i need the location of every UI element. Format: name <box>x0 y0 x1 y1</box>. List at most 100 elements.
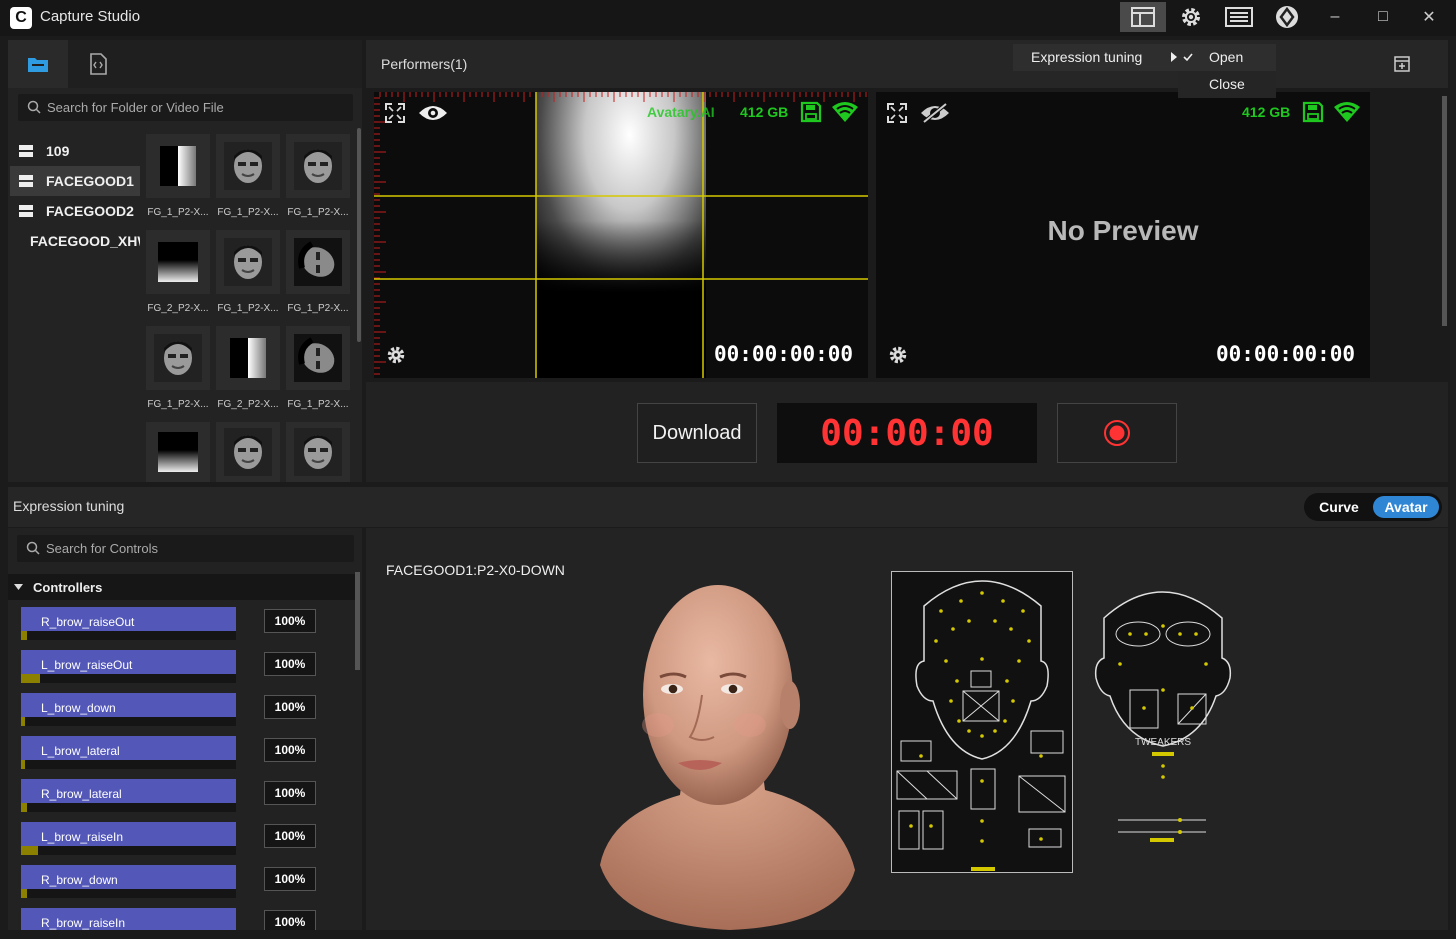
video-thumbnail[interactable] <box>286 326 350 390</box>
folder-label: FACEGOOD_XHW <box>30 233 140 249</box>
video-thumbnail[interactable] <box>216 230 280 294</box>
gear-icon[interactable] <box>1168 2 1214 32</box>
folder-search-input[interactable]: Search for Folder or Video File <box>18 94 353 121</box>
folder-item[interactable]: 109 <box>10 136 140 166</box>
tab-folders[interactable] <box>8 40 68 88</box>
minimize-button[interactable]: – <box>1312 2 1358 32</box>
controller-slider-fill <box>21 803 27 812</box>
preview-settings-icon[interactable] <box>887 344 909 366</box>
camera-preview-1[interactable]: Avatary.AI 412 GB 00:00:00:00 <box>374 92 868 378</box>
menu-expression-tuning[interactable]: Expression tuning <box>1013 44 1193 71</box>
controller-value[interactable]: 100% <box>264 695 316 719</box>
controller-row[interactable]: L_brow_down 100% <box>21 693 316 733</box>
performers-title: Performers(1) <box>381 56 468 72</box>
keyboard-icon[interactable] <box>1216 2 1262 32</box>
thumbnail-label: FG_1_P2-X... <box>147 207 209 218</box>
controller-slider[interactable] <box>21 760 236 769</box>
thumbnail-label: FG_1_P2-X... <box>287 303 349 314</box>
app-title: Capture Studio <box>40 8 141 25</box>
file-browser-scrollbar[interactable] <box>357 128 361 342</box>
fullscreen-icon[interactable] <box>385 103 405 123</box>
controller-name[interactable]: R_brow_lateral <box>21 779 236 803</box>
controller-name[interactable]: L_brow_raiseIn <box>21 822 236 846</box>
controller-row[interactable]: L_brow_lateral 100% <box>21 736 316 776</box>
submenu-item-close[interactable]: Close <box>1178 71 1276 98</box>
controller-slider-fill <box>21 631 27 640</box>
toggle-curve[interactable]: Curve <box>1309 493 1369 521</box>
code-file-icon <box>90 53 107 75</box>
controls-search-input[interactable]: Search for Controls <box>17 535 354 562</box>
controller-row[interactable]: L_brow_raiseIn 100% <box>21 822 316 862</box>
preview-settings-icon[interactable] <box>385 344 407 366</box>
controller-name[interactable]: L_brow_raiseOut <box>21 650 236 674</box>
toggle-avatar[interactable]: Avatar <box>1373 496 1439 518</box>
controller-row[interactable]: R_brow_down 100% <box>21 865 316 905</box>
controller-name[interactable]: R_brow_down <box>21 865 236 889</box>
performers-scrollbar[interactable] <box>1442 96 1447 326</box>
controller-value[interactable]: 100% <box>264 738 316 762</box>
video-thumbnail[interactable] <box>146 326 210 390</box>
folder-item[interactable]: FACEGOOD2 <box>10 196 140 226</box>
video-thumbnail[interactable] <box>216 422 280 482</box>
controller-name[interactable]: L_brow_down <box>21 693 236 717</box>
caret-down-icon <box>14 584 23 590</box>
submenu-close-label: Close <box>1209 76 1245 92</box>
video-thumbnail[interactable] <box>146 422 210 482</box>
controller-value[interactable]: 100% <box>264 609 316 633</box>
eye-off-icon[interactable] <box>920 102 950 124</box>
controller-row[interactable]: R_brow_raiseOut 100% <box>21 607 316 647</box>
add-panel-icon[interactable] <box>1393 55 1411 78</box>
folder-item[interactable]: FACEGOOD1 <box>10 166 140 196</box>
controller-row[interactable]: L_brow_raiseOut 100% <box>21 650 316 690</box>
video-thumbnail[interactable] <box>146 134 210 198</box>
controllers-section-header[interactable]: Controllers <box>8 574 356 600</box>
submenu-item-open[interactable]: Open <box>1178 44 1276 71</box>
video-thumbnail[interactable] <box>216 134 280 198</box>
timecode-1: 00:00:00:00 <box>714 342 854 366</box>
controller-name[interactable]: R_brow_raiseOut <box>21 607 236 631</box>
controller-row[interactable]: R_brow_raiseIn 100% <box>21 908 316 930</box>
thumbnail-label: FG_1_P2-X... <box>217 207 279 218</box>
folder-label: 109 <box>46 143 70 159</box>
controller-name[interactable]: R_brow_raiseIn <box>21 908 236 930</box>
submenu: Open Close <box>1178 44 1276 98</box>
tweakers-rig-diagram: TWEAKERS <box>1094 591 1232 842</box>
performers-header <box>366 40 1448 88</box>
controller-value[interactable]: 100% <box>264 910 316 930</box>
controller-slider[interactable] <box>21 674 236 683</box>
fullscreen-icon[interactable] <box>887 103 907 123</box>
record-button[interactable] <box>1057 403 1177 463</box>
video-thumbnail[interactable] <box>286 230 350 294</box>
controller-slider[interactable] <box>21 631 236 640</box>
close-button[interactable]: ✕ <box>1406 2 1452 32</box>
brand-icon[interactable] <box>1264 2 1310 32</box>
controller-value[interactable]: 100% <box>264 781 316 805</box>
tab-code-files[interactable] <box>68 40 128 88</box>
video-thumbnail[interactable] <box>286 134 350 198</box>
submenu-open-label: Open <box>1209 49 1244 65</box>
controller-value[interactable]: 100% <box>264 867 316 891</box>
controller-slider[interactable] <box>21 889 236 898</box>
face-rig-diagram <box>891 571 1073 873</box>
video-thumbnail[interactable] <box>286 422 350 482</box>
controller-slider[interactable] <box>21 803 236 812</box>
download-button[interactable]: Download <box>637 403 757 463</box>
maximize-button[interactable]: □ <box>1360 2 1406 32</box>
controller-slider[interactable] <box>21 717 236 726</box>
video-thumbnail[interactable] <box>216 326 280 390</box>
check-icon <box>1183 53 1193 62</box>
video-thumbnail[interactable] <box>146 230 210 294</box>
controller-row[interactable]: R_brow_lateral 100% <box>21 779 316 819</box>
eye-icon[interactable] <box>418 102 448 124</box>
folder-item[interactable]: FACEGOOD_XHW <box>10 226 140 256</box>
controller-name[interactable]: L_brow_lateral <box>21 736 236 760</box>
controllers-scrollbar[interactable] <box>355 572 360 670</box>
controller-value[interactable]: 100% <box>264 824 316 848</box>
controller-value[interactable]: 100% <box>264 652 316 676</box>
layout-icon[interactable] <box>1120 2 1166 32</box>
folder-label: FACEGOOD2 <box>46 203 134 219</box>
viewport-take-label: FACEGOOD1:P2-X0-DOWN <box>386 562 565 578</box>
search-icon <box>26 541 40 555</box>
record-timer: 00:00:00 <box>777 403 1037 463</box>
controller-slider[interactable] <box>21 846 236 855</box>
